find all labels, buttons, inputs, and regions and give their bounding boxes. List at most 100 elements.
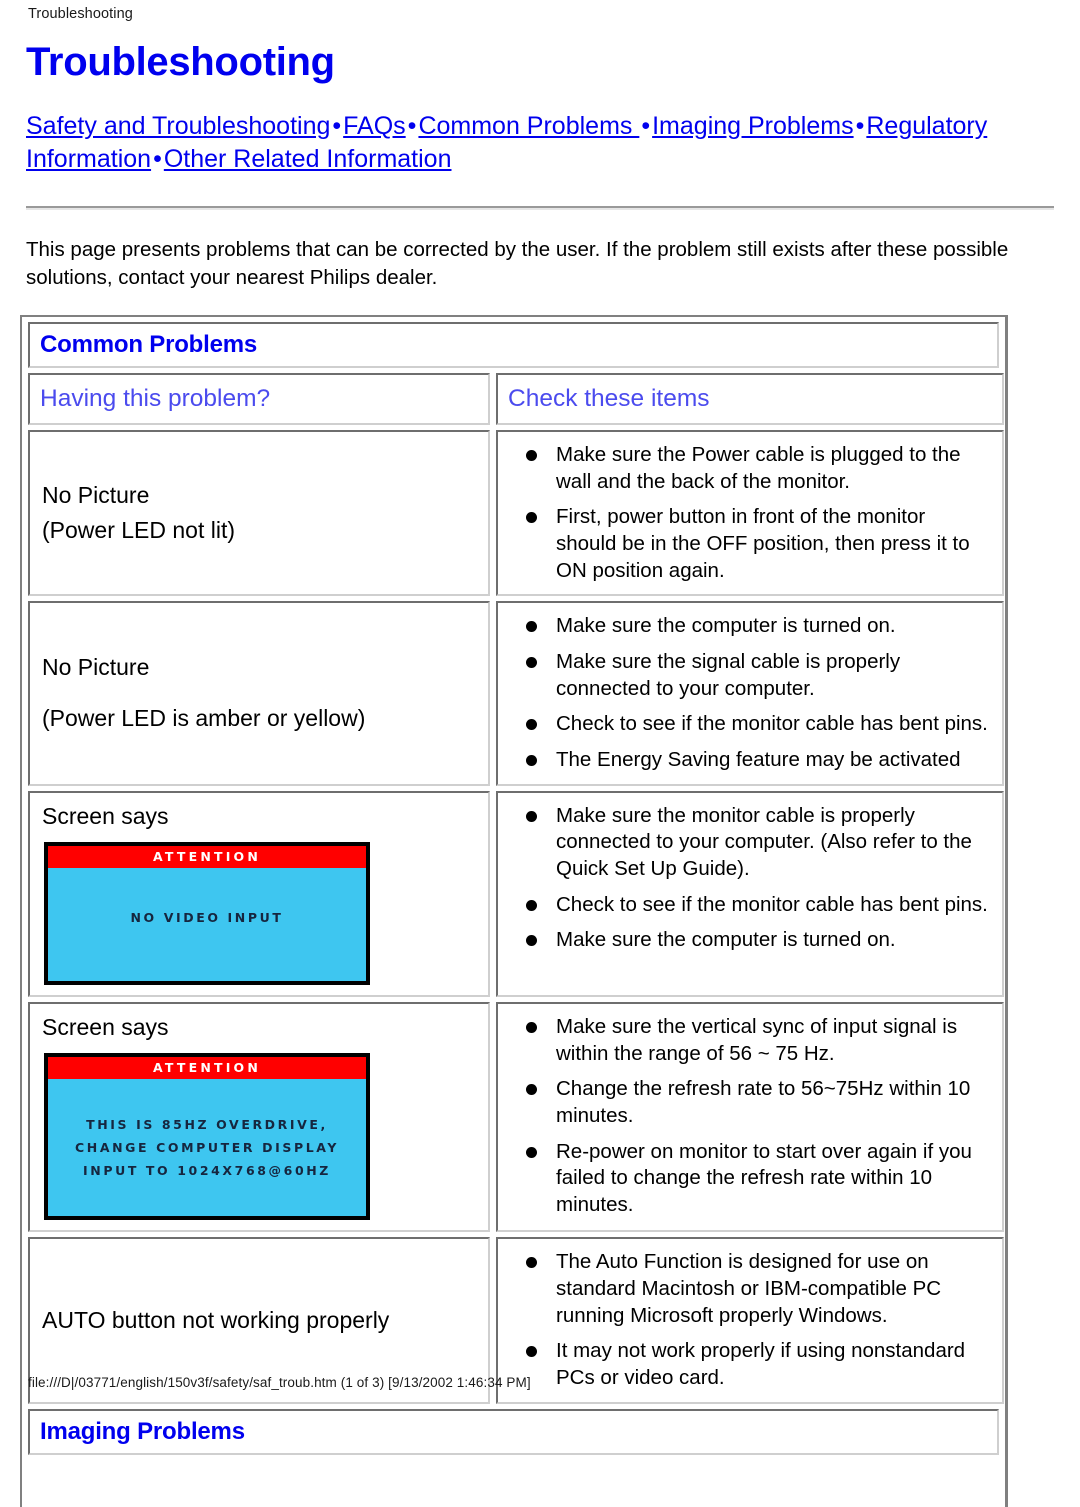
column-header-checks-label: Check these items [508,384,710,412]
osd-title: ATTENTION [48,845,366,868]
document-page: Troubleshooting Safety and Troubleshooti… [0,28,1080,1507]
bullet-icon [526,512,537,524]
list-item-text: The Energy Saving feature may be activat… [556,747,961,771]
bullet-icon [526,935,537,947]
osd-message-line: THIS IS 85HZ OVERDRIVE, [86,1117,328,1133]
checks-cell: The Auto Function is designed for use on… [496,1237,1004,1404]
list-item: Make sure the monitor cable is properly … [526,803,990,883]
list-item-text: Make sure the monitor cable is properly … [556,803,972,880]
list-item-text: Check to see if the monitor cable has be… [556,712,988,736]
problem-cell: No Picture (Power LED is amber or yellow… [28,601,490,786]
checks-list: The Auto Function is designed for use on… [498,1239,1002,1401]
list-item-text: The Auto Function is designed for use on… [556,1250,942,1327]
checks-cell: Make sure the vertical sync of input sig… [496,1002,1004,1233]
checks-cell: Make sure the monitor cable is properly … [496,790,1004,998]
nav-link-common-problems[interactable]: Common Problems [418,112,639,140]
bullet-icon [526,1084,537,1096]
nav-link-safety-and-troubleshooting[interactable]: Safety and Troubleshooting [26,112,330,140]
bullet-icon [526,1146,537,1158]
problem-text: No Picture (Power LED is amber or yellow… [30,603,488,783]
bullet-icon [526,1022,537,1034]
list-item: Make sure the vertical sync of input sig… [526,1014,990,1067]
problem-line: No Picture [42,481,150,508]
list-item: First, power button in front of the moni… [526,504,990,584]
problem-text: Screen says [42,1014,169,1041]
osd-screenshot-no-video-input: ATTENTION NO VIDEO INPUT [44,841,370,986]
osd-message-line: INPUT TO 1024X768@60HZ [83,1163,331,1179]
nav-separator: • [641,112,651,140]
checks-list: Make sure the monitor cable is properly … [498,793,1002,964]
problem-line: AUTO button not working properly [42,1306,390,1333]
osd-message-line: NO VIDEO INPUT [130,909,284,925]
bullet-icon [526,450,537,462]
problem-text: Screen says [42,802,169,829]
bullet-icon [526,899,537,911]
common-problems-table: Common Problems Having this problem? Che… [20,314,1008,1507]
checks-list: Make sure the computer is turned on. Mak… [498,603,1002,783]
column-header-checks: Check these items [496,372,1004,426]
nav-link-other-related-information[interactable]: Other Related Information [164,145,452,173]
column-header-problem-label: Having this problem? [40,384,271,412]
osd-message: THIS IS 85HZ OVERDRIVE, CHANGE COMPUTER … [48,1079,366,1216]
page-title: Troubleshooting [26,40,335,84]
osd-message-line: CHANGE COMPUTER DISPLAY [75,1140,339,1156]
list-item-text: Make sure the vertical sync of input sig… [556,1015,958,1065]
list-item: Check to see if the monitor cable has be… [526,892,990,919]
list-item-text: Check to see if the monitor cable has be… [556,892,988,916]
table-row: No Picture (Power LED is amber or yellow… [28,601,1004,786]
print-footer-url: file:///D|/03771/english/150v3f/safety/s… [28,1375,531,1390]
bullet-icon [526,810,537,822]
nav-separator: • [153,145,162,173]
table-row: Screen says ATTENTION NO VIDEO INPUT Mak… [28,790,1004,998]
osd-title: ATTENTION [48,1057,366,1080]
problem-cell: Screen says ATTENTION NO VIDEO INPUT [28,790,490,998]
section-heading-label: Common Problems [40,330,258,358]
list-item: Make sure the computer is turned on. [526,927,990,954]
nav-link-faqs[interactable]: FAQs [343,112,406,140]
problem-cell: Screen says ATTENTION THIS IS 85HZ OVERD… [28,1002,490,1233]
list-item-text: Change the refresh rate to 56~75Hz withi… [556,1077,971,1128]
intro-paragraph: This page presents problems that can be … [26,238,1009,290]
list-item-text: Make sure the computer is turned on. [556,928,896,952]
nav-separator: • [407,112,417,140]
list-item: It may not work properly if using nonsta… [526,1338,990,1391]
table-trailing-space [22,1455,1005,1507]
problem-line: (Power LED not lit) [42,517,236,544]
list-item: Check to see if the monitor cable has be… [526,711,990,738]
section-heading-label: Imaging Problems [40,1417,245,1445]
problem-text: No Picture (Power LED not lit) [30,432,488,594]
list-item: Re-power on monitor to start over again … [526,1139,990,1219]
problem-cell: No Picture (Power LED not lit) [28,430,490,597]
list-item-text: Make sure the Power cable is plugged to … [556,443,961,493]
bullet-icon [526,1346,537,1358]
section-nav-links: Safety and Troubleshooting•FAQs•Common P… [0,84,1080,176]
bullet-icon [526,719,537,731]
list-item-text: Make sure the computer is turned on. [556,614,896,638]
checks-cell: Make sure the computer is turned on. Mak… [496,601,1004,786]
print-header-title: Troubleshooting [28,6,133,22]
bullet-icon [526,1257,537,1269]
list-item-text: Make sure the signal cable is properly c… [556,650,901,700]
bullet-icon [526,657,537,669]
list-item-text: Re-power on monitor to start over again … [556,1139,972,1216]
problem-line: No Picture [42,653,150,680]
checks-list: Make sure the vertical sync of input sig… [498,1004,1002,1228]
osd-screenshot-overdrive: ATTENTION THIS IS 85HZ OVERDRIVE, CHANGE… [44,1053,370,1221]
bullet-icon [526,621,537,633]
table-row: Screen says ATTENTION THIS IS 85HZ OVERD… [28,1002,1004,1233]
nav-link-imaging-problems[interactable]: Imaging Problems [652,112,853,140]
column-header-problem: Having this problem? [28,372,490,426]
section-heading-common-problems: Common Problems [28,321,999,368]
list-item-text: First, power button in front of the moni… [556,505,970,582]
checks-list: Make sure the Power cable is plugged to … [498,432,1002,594]
nav-separator: • [855,112,865,140]
table-row: No Picture (Power LED not lit) Make sure… [28,430,1004,597]
problem-line: (Power LED is amber or yellow) [42,705,366,732]
nav-separator: • [332,112,342,140]
section-heading-imaging-problems: Imaging Problems [28,1408,999,1455]
checks-cell: Make sure the Power cable is plugged to … [496,430,1004,597]
list-item: The Auto Function is designed for use on… [526,1249,990,1329]
list-item-text: It may not work properly if using nonsta… [556,1339,966,1390]
osd-message: NO VIDEO INPUT [48,868,366,982]
bullet-icon [526,754,537,766]
